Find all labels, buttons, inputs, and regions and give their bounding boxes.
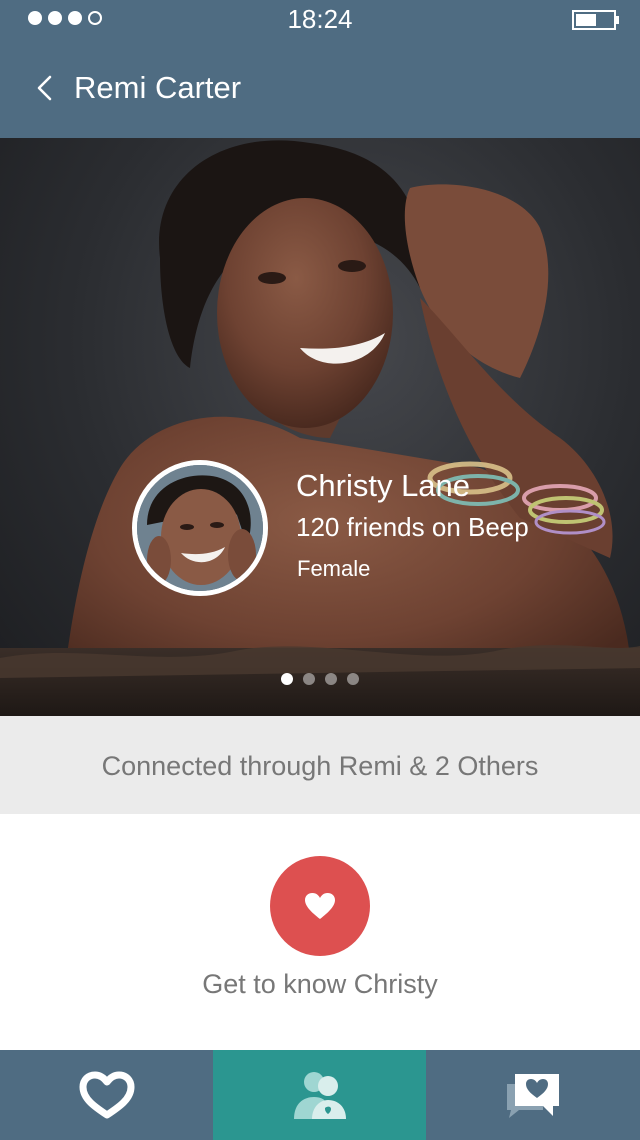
photo-carousel-dots (281, 673, 359, 685)
connect-section: Get to know Christy (0, 814, 640, 1050)
profile-gender: Female (297, 556, 371, 581)
avatar[interactable] (132, 460, 268, 596)
get-to-know-label[interactable]: Get to know Christy (0, 969, 640, 1000)
status-time: 18:24 (287, 4, 353, 34)
profile-friends-count: 120 friends on Beep (296, 512, 529, 542)
battery-icon (572, 10, 620, 35)
heart-logo-icon (79, 1071, 134, 1119)
profile-hero[interactable]: Christy Lane 120 friends on Beep Female (0, 138, 640, 716)
page-title: Remi Carter (74, 70, 242, 105)
mutual-connection-banner: Connected through Remi & 2 Others (0, 716, 640, 814)
tab-people[interactable] (213, 1050, 426, 1140)
tab-messages[interactable] (426, 1050, 639, 1140)
navigation-bar: Remi Carter (0, 60, 640, 120)
chat-heart-icon (506, 1074, 559, 1118)
carousel-dot[interactable] (303, 673, 315, 685)
heart-icon (305, 893, 335, 919)
avatar-photo (137, 465, 263, 591)
tab-matches[interactable] (0, 1050, 213, 1140)
chevron-left-icon[interactable] (30, 72, 62, 104)
carousel-dot[interactable] (325, 673, 337, 685)
profile-photo (0, 140, 640, 716)
app-header: 18:24 Remi Carter (0, 0, 640, 138)
profile-name: Christy Lane (296, 468, 471, 503)
status-bar: 18:24 (0, 0, 640, 40)
get-to-know-button[interactable] (270, 856, 370, 956)
carousel-dot[interactable] (281, 673, 293, 685)
bottom-tab-bar (0, 1050, 640, 1140)
carousel-dot[interactable] (347, 673, 359, 685)
people-icon (293, 1072, 346, 1119)
